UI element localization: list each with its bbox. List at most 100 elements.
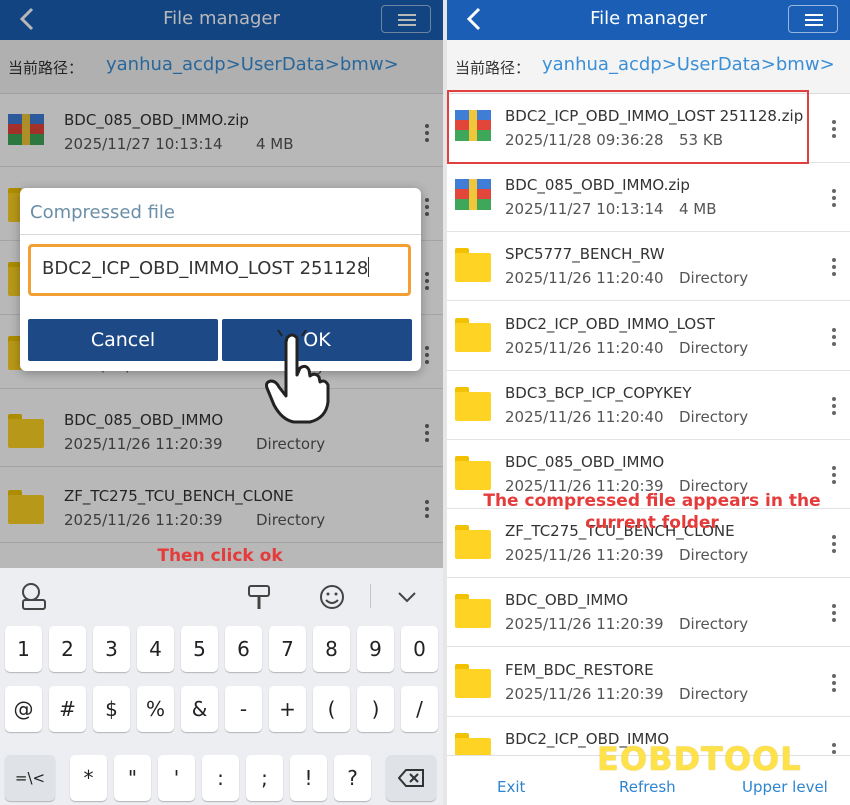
more-options-icon[interactable] bbox=[826, 256, 842, 278]
new-file-highlight bbox=[447, 90, 809, 164]
menu-icon[interactable] bbox=[788, 5, 838, 33]
key[interactable]: ( bbox=[313, 686, 350, 732]
right-screen: File manager 当前路径： yanhua_acdp>UserData>… bbox=[447, 0, 850, 805]
key[interactable]: ; bbox=[246, 755, 283, 801]
file-date: 2025/11/26 11:20:39 bbox=[505, 615, 664, 634]
symbol-toggle-key[interactable]: =\< bbox=[5, 755, 55, 801]
key[interactable]: ' bbox=[158, 755, 195, 801]
file-size: 4 MB bbox=[679, 200, 717, 219]
file-date: 2025/11/27 10:13:14 bbox=[505, 200, 664, 219]
path-label: 当前路径： bbox=[455, 59, 531, 77]
key[interactable]: 5 bbox=[181, 626, 218, 672]
path-bar: 当前路径： yanhua_acdp>UserData>bmw> bbox=[447, 40, 850, 94]
cancel-button[interactable]: Cancel bbox=[28, 319, 218, 361]
folder-icon bbox=[455, 317, 491, 354]
more-options-icon[interactable] bbox=[826, 187, 842, 209]
key[interactable]: * bbox=[70, 755, 107, 801]
refresh-button[interactable]: Refresh bbox=[619, 778, 676, 796]
key[interactable]: 3 bbox=[93, 626, 130, 672]
key[interactable]: ! bbox=[290, 755, 327, 801]
backspace-icon bbox=[397, 769, 424, 787]
keyboard-settings-icon[interactable] bbox=[18, 582, 48, 612]
key[interactable]: / bbox=[401, 686, 438, 732]
more-options-icon[interactable] bbox=[826, 464, 842, 486]
title-bar: File manager bbox=[447, 0, 850, 40]
file-date: 2025/11/26 11:20:39 bbox=[505, 546, 664, 565]
file-date: 2025/11/26 11:20:40 bbox=[505, 407, 664, 426]
key[interactable]: 6 bbox=[225, 626, 262, 672]
instruction-note: Then click ok bbox=[157, 546, 283, 566]
file-date: 2025/11/26 11:20:40 bbox=[505, 269, 664, 288]
file-row[interactable]: BDC_085_OBD_IMMO.zip 2025/11/27 10:13:14 4… bbox=[447, 163, 850, 233]
zip-file-icon bbox=[455, 179, 491, 215]
exit-button[interactable]: Exit bbox=[497, 778, 525, 796]
file-row[interactable]: SPC5777_BENCH_RW 2025/11/26 11:20:40 Direc… bbox=[447, 232, 850, 302]
filename-input[interactable]: BDC2_ICP_OBD_IMMO_LOST 251128 bbox=[28, 244, 411, 296]
file-size: Directory bbox=[679, 338, 749, 357]
soft-keyboard: 1 2 3 4 5 6 7 8 9 0 @ # $% & - +() / =\< * " ':;!? bbox=[0, 568, 443, 805]
file-size: Directory bbox=[679, 684, 749, 703]
dialog-divider bbox=[20, 234, 421, 235]
key[interactable]: # bbox=[49, 686, 86, 732]
key[interactable]: & bbox=[181, 686, 218, 732]
more-options-icon[interactable] bbox=[826, 672, 842, 694]
key[interactable]: ? bbox=[334, 755, 371, 801]
file-date: 2025/11/26 11:20:40 bbox=[505, 338, 664, 357]
key[interactable]: @ bbox=[5, 686, 42, 732]
key[interactable]: $ bbox=[93, 686, 130, 732]
more-options-icon[interactable] bbox=[826, 602, 842, 624]
filename-input-value: BDC2_ICP_OBD_IMMO_LOST 251128 bbox=[42, 258, 369, 279]
more-options-icon[interactable] bbox=[826, 118, 842, 140]
file-name: BDC_OBD_IMMO bbox=[505, 591, 629, 610]
file-size: Directory bbox=[679, 546, 749, 565]
file-name: BDC_085_OBD_IMMO bbox=[505, 453, 665, 471]
pointing-hand-icon bbox=[265, 330, 330, 424]
more-options-icon[interactable] bbox=[826, 395, 842, 417]
instruction-note: The compressed file appears in the curre… bbox=[483, 491, 821, 533]
file-name: BDC3_BCP_ICP_COPYKEY bbox=[505, 383, 692, 402]
file-size: Directory bbox=[679, 615, 749, 634]
key[interactable]: 9 bbox=[357, 626, 394, 672]
text-cursor bbox=[368, 257, 370, 277]
key[interactable]: " bbox=[114, 755, 151, 801]
key[interactable]: - bbox=[225, 686, 262, 732]
file-name: BDC2_ICP_OBD_IMMO_LOST bbox=[505, 314, 715, 333]
key[interactable]: 2 bbox=[49, 626, 86, 672]
file-size: Directory bbox=[679, 269, 749, 288]
file-name: SPC5777_BENCH_RW bbox=[505, 245, 665, 264]
path-value[interactable]: yanhua_acdp>UserData>bmw> bbox=[542, 54, 835, 75]
key[interactable]: 0 bbox=[401, 626, 438, 672]
folder-icon bbox=[455, 248, 491, 284]
folder-icon bbox=[455, 663, 491, 700]
file-row[interactable]: BDC_OBD_IMMO 2025/11/26 11:20:39 Directory bbox=[447, 578, 850, 648]
upper-level-button[interactable]: Upper level bbox=[742, 778, 828, 796]
key[interactable]: : bbox=[202, 755, 239, 801]
key[interactable]: 1 bbox=[5, 626, 42, 672]
file-row[interactable]: FEM_BDC_RESTORE 2025/11/26 11:20:39 Direct… bbox=[447, 648, 850, 717]
emoji-icon[interactable] bbox=[317, 582, 347, 612]
chevron-down-icon[interactable] bbox=[392, 582, 422, 612]
more-options-icon[interactable] bbox=[826, 533, 842, 555]
key[interactable]: 4 bbox=[137, 626, 174, 672]
key[interactable]: ) bbox=[357, 686, 394, 732]
watermark-logo: EOBDTOOL bbox=[597, 740, 802, 778]
left-screen: File manager 当前路径： yanhua_acdp>UserData>… bbox=[0, 0, 443, 805]
key[interactable]: 7 bbox=[269, 626, 306, 672]
file-name: FEM_BDC_RESTORE bbox=[505, 660, 654, 679]
key[interactable]: % bbox=[137, 686, 174, 732]
file-date: 2025/11/26 11:20:39 bbox=[505, 684, 664, 703]
file-name: BDC_085_OBD_IMMO.zip bbox=[505, 176, 690, 195]
file-size: Directory bbox=[679, 407, 749, 426]
key[interactable]: 8 bbox=[313, 626, 350, 672]
file-row[interactable]: BDC3_BCP_ICP_COPYKEY 2025/11/26 11:20:40 D… bbox=[447, 371, 850, 440]
folder-icon bbox=[455, 386, 491, 423]
compress-dialog: Compressed file BDC2_ICP_OBD_IMMO_LOST 2… bbox=[20, 188, 421, 371]
keyboard-toolbar bbox=[0, 568, 443, 624]
dialog-title: Compressed file bbox=[30, 202, 176, 223]
backspace-key[interactable] bbox=[386, 755, 436, 801]
toolbar-separator bbox=[370, 584, 371, 608]
file-row[interactable]: BDC2_ICP_OBD_IMMO_LOST 2025/11/26 11:20:4… bbox=[447, 302, 850, 371]
key[interactable]: + bbox=[269, 686, 306, 732]
more-options-icon[interactable] bbox=[826, 326, 842, 348]
clipboard-icon[interactable] bbox=[244, 582, 274, 612]
